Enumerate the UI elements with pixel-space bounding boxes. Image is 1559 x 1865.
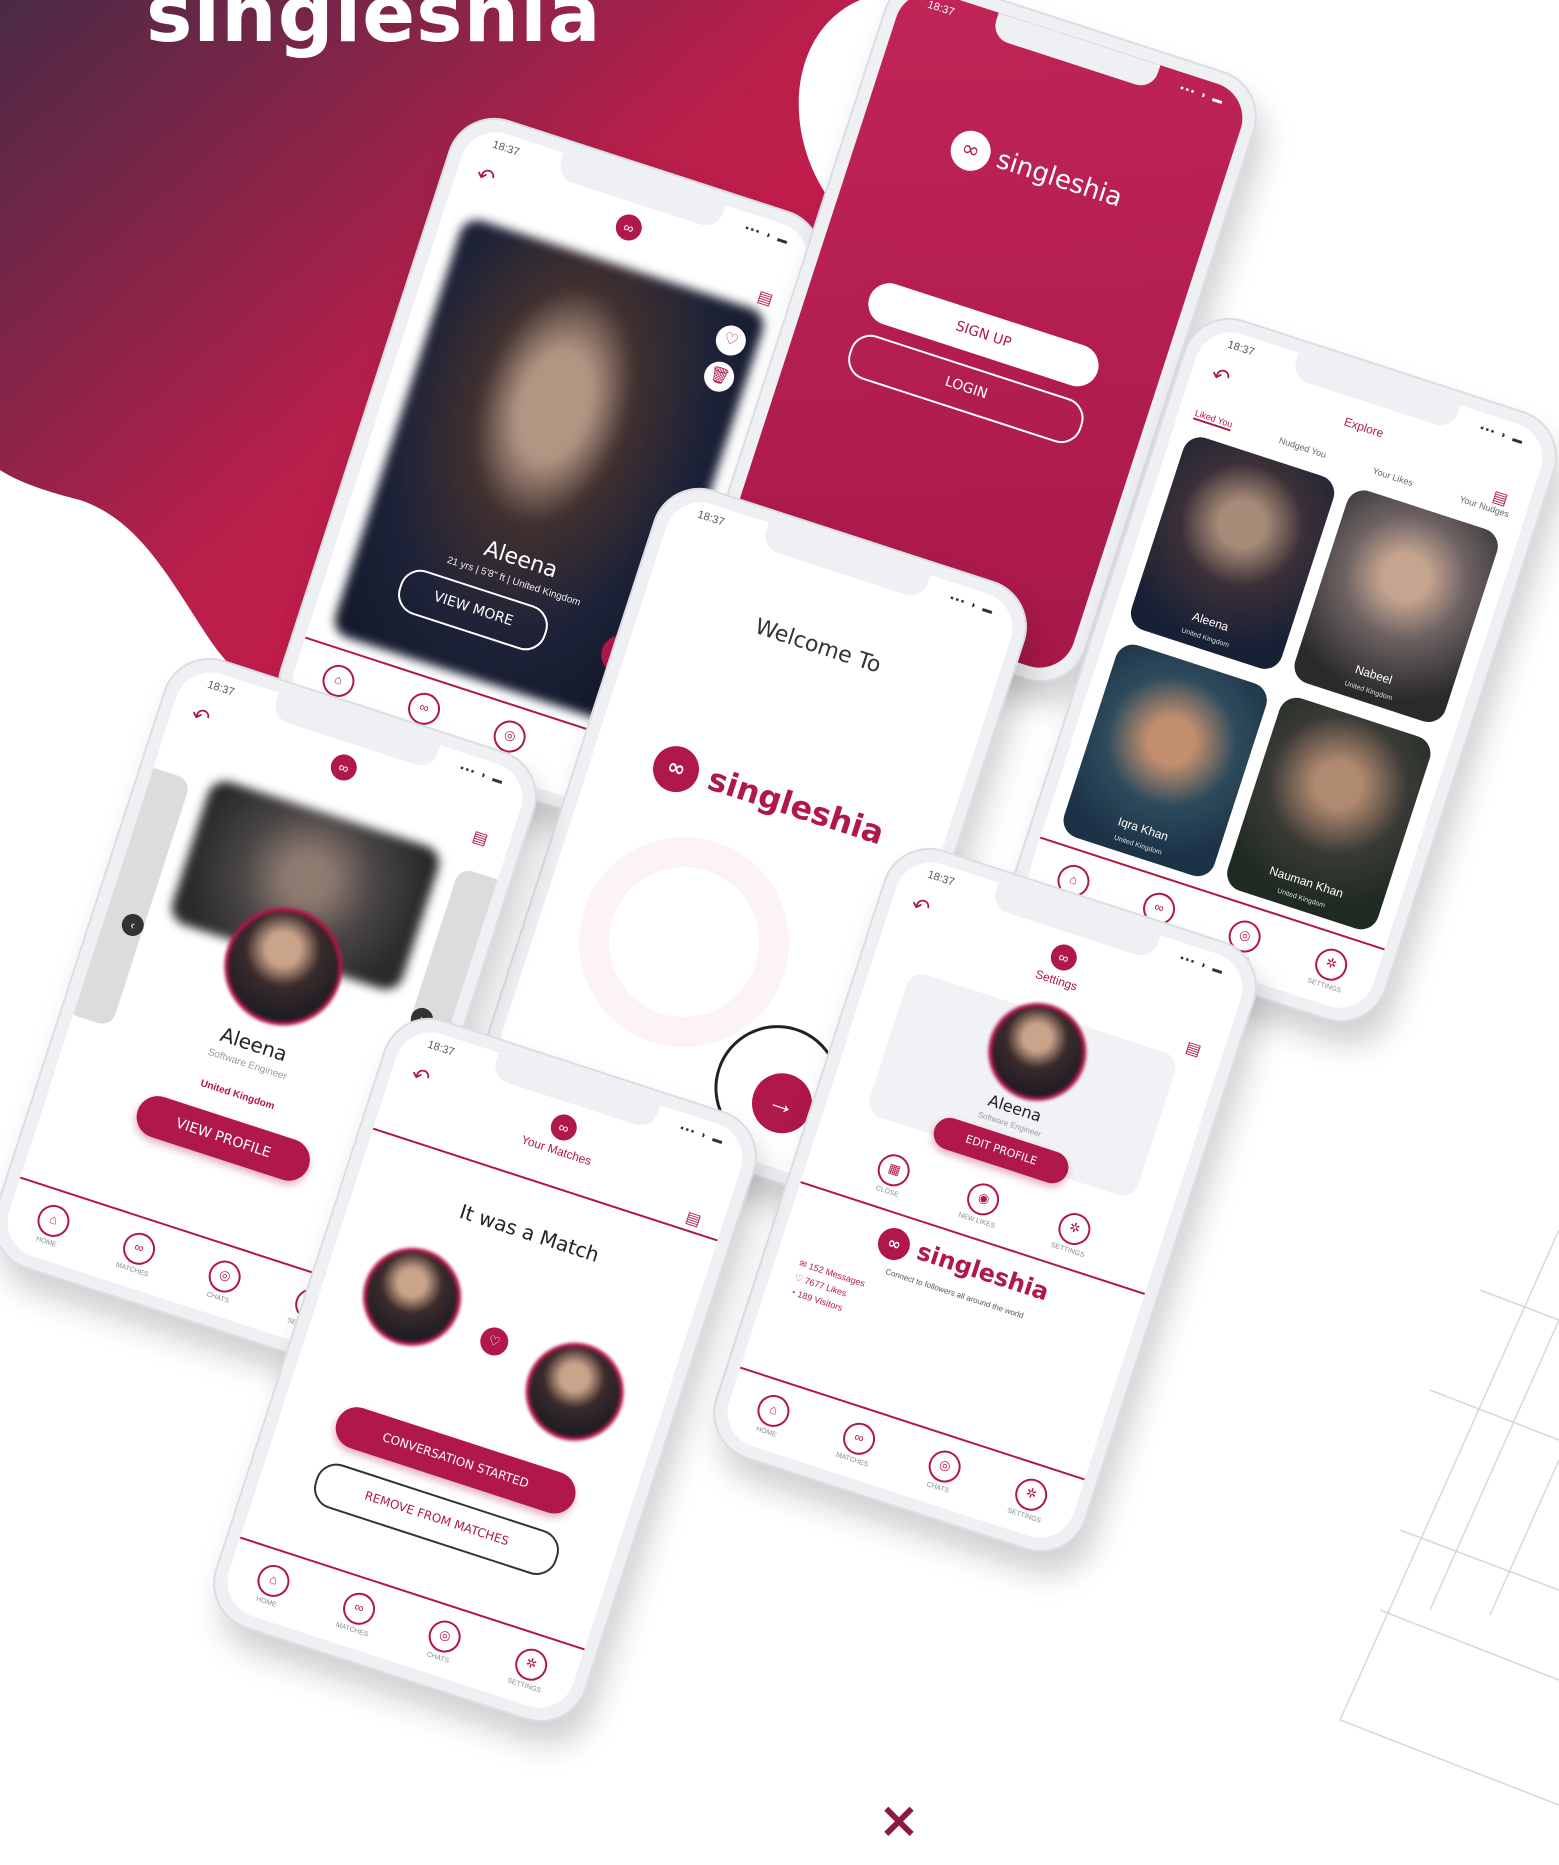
chats-icon: ◎ [424, 1616, 465, 1657]
grid-decoration [1338, 1230, 1559, 1806]
double-heart-logo-icon: ∞ [874, 1223, 915, 1265]
status-time: 18:37 [205, 678, 236, 699]
double-heart-logo-icon: ∞ [945, 125, 996, 176]
chats-icon: ◎ [204, 1256, 245, 1297]
welcome-title: Welcome To [751, 614, 884, 679]
double-heart-logo-icon: ∞ [547, 1111, 581, 1144]
filter-icon[interactable]: ▤ [1183, 1037, 1204, 1061]
back-arrow-icon[interactable]: ↶ [908, 892, 933, 922]
back-arrow-icon[interactable]: ↶ [408, 1062, 433, 1092]
status-icons: ▪▪▪ ◗ ▬ [1478, 422, 1526, 448]
message-icon: ✉ [797, 1258, 809, 1270]
status-icons: ▪▪▪ ◗ ▬ [458, 762, 506, 788]
nav-matches[interactable]: ∞MATCHES [835, 1418, 880, 1469]
status-time: 18:37 [1225, 338, 1256, 359]
nav-chats[interactable]: ◎CHATS [421, 1616, 465, 1666]
home-icon: ⌂ [752, 1390, 794, 1432]
stats-list: ✉ 152 Messages ♡ 7677 Likes ◔ 189 Visito… [789, 1258, 867, 1317]
login-brand-text: singleshia [992, 144, 1126, 214]
double-heart-logo-icon: ∞ [327, 751, 361, 784]
quick-close[interactable]: ▦ CLOSE [871, 1150, 915, 1200]
status-time: 18:37 [425, 1038, 456, 1059]
status-icons: ▪▪▪ ◗ ▬ [743, 222, 791, 248]
nav-home[interactable]: ⌂HOME [250, 1560, 294, 1611]
settings-icon: ✲ [1310, 944, 1352, 985]
nav-home[interactable]: ⌂HOME [750, 1390, 794, 1441]
status-icons: ▪▪▪ ◗ ▬ [948, 592, 996, 618]
settings-brand-text: singleshia [913, 1237, 1053, 1307]
status-time: 18:37 [925, 0, 956, 19]
home-icon: ⌂ [252, 1560, 294, 1602]
nav-home[interactable]: ⌂HOME [30, 1200, 74, 1251]
status-icons: ▪▪▪ ◗ ▬ [1178, 952, 1226, 978]
matches-icon: ∞ [838, 1418, 880, 1459]
heart-icon: ♡ [793, 1272, 805, 1285]
likes-icon: ◉ [963, 1179, 1004, 1220]
status-icons: ▪▪▪ ◗ ▬ [678, 1122, 726, 1148]
status-time: 18:37 [695, 508, 726, 529]
close-x-icon: × [878, 1791, 920, 1849]
settings-icon: ✲ [510, 1644, 552, 1685]
nav-settings[interactable]: ✲SETTINGS [1006, 1474, 1052, 1525]
quick-new-likes[interactable]: ◉ NEW LIKES [957, 1178, 1006, 1230]
home-icon: ⌂ [32, 1200, 74, 1242]
filter-icon[interactable]: ▤ [755, 286, 776, 310]
tab-liked-you[interactable]: Liked You [1192, 407, 1234, 432]
filter-icon[interactable]: ▤ [1490, 486, 1511, 510]
welcome-brand-text: singleshia [703, 759, 889, 853]
double-heart-logo-icon: ∞ [647, 740, 706, 799]
back-arrow-icon[interactable]: ↶ [188, 702, 213, 732]
avatar-left [350, 1235, 474, 1359]
filter-icon[interactable]: ▤ [683, 1207, 704, 1231]
double-heart-logo-icon: ∞ [1047, 941, 1081, 974]
nav-chats[interactable]: ◎CHATS [201, 1256, 245, 1306]
filter-icon[interactable]: ▤ [470, 826, 491, 850]
nav-matches[interactable]: ∞MATCHES [115, 1228, 160, 1279]
matches-icon: ∞ [338, 1588, 380, 1629]
back-arrow-icon[interactable]: ↶ [473, 162, 498, 192]
login-brand: ∞ singleshia [858, 97, 1215, 247]
page-headline: singleshia [146, 0, 602, 60]
matches-icon: ∞ [118, 1228, 160, 1269]
tab-your-likes[interactable]: Your Likes [1371, 466, 1415, 490]
chats-icon: ◎ [924, 1446, 965, 1487]
avatar-right [512, 1330, 637, 1454]
double-heart-logo-icon: ∞ [612, 211, 646, 244]
status-time: 18:37 [490, 138, 521, 159]
nav-chats[interactable]: ◎CHATS [921, 1446, 965, 1496]
quick-settings[interactable]: ✲ SETTINGS [1050, 1208, 1096, 1259]
settings-icon: ✲ [1010, 1474, 1052, 1515]
gear-icon: ✲ [1054, 1208, 1095, 1250]
nav-matches[interactable]: ∞MATCHES [335, 1588, 380, 1639]
match-heart-icon: ♡ [476, 1323, 512, 1360]
visitor-icon: ◔ [788, 1286, 797, 1298]
status-time: 18:37 [925, 868, 956, 889]
status-icons: ▪▪▪ ◗ ▬ [1178, 82, 1226, 108]
tab-nudged-you[interactable]: Nudged You [1277, 435, 1328, 462]
nav-settings[interactable]: ✲SETTINGS [506, 1644, 552, 1695]
calendar-icon: ▦ [873, 1150, 915, 1191]
nav-settings[interactable]: ✲SETTINGS [1306, 944, 1352, 995]
